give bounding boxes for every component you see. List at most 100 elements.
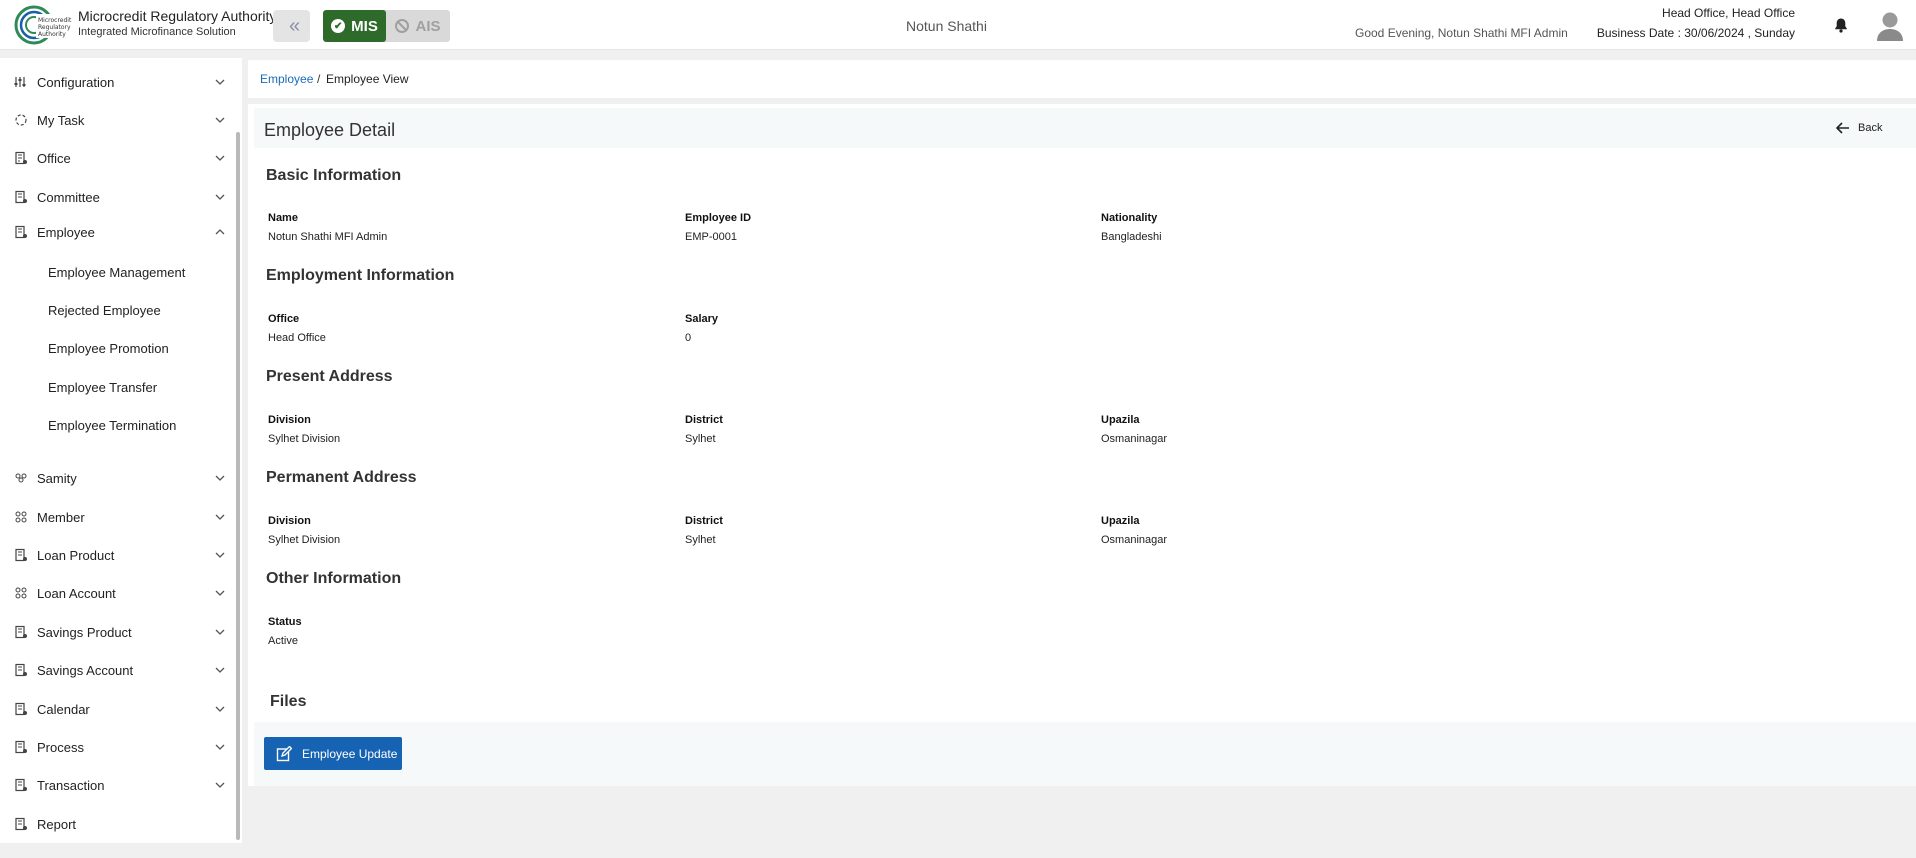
sidebar-item-savings-account[interactable]: Savings Account xyxy=(0,654,236,686)
chevron-down-icon xyxy=(215,667,225,673)
chevron-down-icon xyxy=(215,514,225,520)
chevron-down-icon xyxy=(215,706,225,712)
page-title: Employee Detail xyxy=(264,120,396,140)
sidebar-scrollbar[interactable] xyxy=(236,132,240,840)
arrow-left-icon xyxy=(1836,122,1849,134)
chevron-down-icon xyxy=(215,590,225,596)
sidebar-item-savings-product[interactable]: Savings Product xyxy=(0,616,236,648)
sidebar-item-process[interactable]: Process xyxy=(0,731,236,763)
svg-text:Authority: Authority xyxy=(38,31,66,38)
user-avatar-icon[interactable] xyxy=(1876,10,1904,42)
field-value-district: Sylhet xyxy=(685,433,716,445)
mode-ais-label: AIS xyxy=(415,17,441,35)
svg-text:Regulatory: Regulatory xyxy=(38,24,71,31)
field-label-district: District xyxy=(685,515,723,527)
sidebar-item-report[interactable]: Report xyxy=(0,808,236,840)
mode-mis-button[interactable]: ✔ MIS xyxy=(323,10,386,42)
business-date: Business Date : 30/06/2024 , Sunday xyxy=(1596,26,1795,40)
chevron-down-icon xyxy=(215,782,225,788)
mode-mis-label: MIS xyxy=(351,17,378,35)
files-title: Files xyxy=(270,693,307,710)
sidebar: Configuration My Task Office Committee E… xyxy=(0,58,242,843)
report-icon xyxy=(15,817,27,831)
back-label: Back xyxy=(1858,122,1883,134)
ban-icon xyxy=(395,19,410,33)
sidebar-item-loan-product[interactable]: Loan Product xyxy=(0,539,236,571)
field-label-office: Office xyxy=(268,313,300,325)
sidebar-item-label: Employee xyxy=(37,224,95,240)
sidebar-item-label: Report xyxy=(37,816,77,832)
sliders-icon xyxy=(14,77,26,87)
sidebar-item-label: Member xyxy=(37,509,85,525)
sidebar-item-member[interactable]: Member xyxy=(0,501,236,533)
section-title-present-address: Present Address xyxy=(266,368,393,385)
field-value-district: Sylhet xyxy=(685,534,716,546)
sidebar-item-transaction[interactable]: Transaction xyxy=(0,769,236,801)
check-circle-icon: ✔ xyxy=(331,19,346,33)
brand-title: Microcredit Regulatory Authority xyxy=(78,8,277,24)
field-label-name: Name xyxy=(268,212,298,224)
breadcrumb: Employee / Employee View xyxy=(248,60,1916,98)
mode-switch: ✔ MIS AIS xyxy=(323,10,450,42)
sidebar-item-office[interactable]: Office xyxy=(0,142,236,174)
chevron-down-icon xyxy=(215,629,225,635)
organization-name: Notun Shathi xyxy=(906,18,987,34)
sidebar-subitem-employee-termination[interactable]: Employee Termination xyxy=(48,418,176,433)
chevron-down-icon xyxy=(215,155,225,161)
files-area xyxy=(254,722,1916,786)
bell-icon[interactable] xyxy=(1833,17,1849,33)
field-label-upazila: Upazila xyxy=(1101,515,1140,527)
sidebar-item-employee[interactable]: Employee xyxy=(0,216,236,248)
process-icon xyxy=(15,740,27,754)
mode-ais-button[interactable]: AIS xyxy=(386,10,450,42)
savings-product-icon xyxy=(15,625,27,639)
sidebar-item-label: Committee xyxy=(37,189,100,205)
employee-update-button[interactable]: Employee Update xyxy=(264,737,402,770)
field-label-status: Status xyxy=(268,616,302,628)
employee-detail-panel: Employee Detail Back Basic Information N… xyxy=(248,104,1916,786)
loan-product-icon xyxy=(15,548,27,562)
section-title-employment: Employment Information xyxy=(266,267,455,284)
section-title-permanent-address: Permanent Address xyxy=(266,469,417,486)
breadcrumb-employee-link[interactable]: Employee xyxy=(260,72,313,86)
field-label-division: Division xyxy=(268,414,311,426)
calendar-icon xyxy=(15,702,27,716)
collapse-sidebar-button[interactable]: « xyxy=(273,10,310,42)
panel-header: Employee Detail Back xyxy=(254,108,1916,148)
sidebar-item-label: Calendar xyxy=(37,701,90,717)
sidebar-item-samity[interactable]: Samity xyxy=(0,462,236,494)
logo: Microcredit Regulatory Authority xyxy=(14,5,72,45)
savings-account-icon xyxy=(15,663,27,677)
sidebar-subitem-rejected-employee[interactable]: Rejected Employee xyxy=(48,303,161,318)
sidebar-item-loan-account[interactable]: Loan Account xyxy=(0,577,236,609)
field-value-division: Sylhet Division xyxy=(268,534,341,546)
sidebar-item-calendar[interactable]: Calendar xyxy=(0,693,236,725)
sidebar-subitem-employee-management[interactable]: Employee Management xyxy=(48,265,185,280)
chevron-down-icon xyxy=(215,194,225,200)
employee-update-label: Employee Update xyxy=(302,746,398,761)
field-value-office: Head Office xyxy=(268,332,326,344)
field-value-status: Active xyxy=(268,635,298,647)
sidebar-item-label: Process xyxy=(37,739,84,755)
transaction-icon xyxy=(15,778,27,792)
sidebar-subitem-employee-promotion[interactable]: Employee Promotion xyxy=(48,341,169,356)
sidebar-item-committee[interactable]: Committee xyxy=(0,181,236,213)
sidebar-item-label: My Task xyxy=(37,112,85,128)
sidebar-item-label: Savings Account xyxy=(37,662,134,678)
field-value-name: Notun Shathi MFI Admin xyxy=(268,231,388,243)
edit-icon xyxy=(276,745,292,761)
sidebar-item-label: Configuration xyxy=(37,74,115,90)
field-value-salary: 0 xyxy=(685,332,692,344)
employee-icon xyxy=(15,225,27,239)
task-icon xyxy=(15,114,27,126)
sidebar-subitem-employee-transfer[interactable]: Employee Transfer xyxy=(48,380,157,395)
field-value-division: Sylhet Division xyxy=(268,433,341,445)
building-icon xyxy=(15,151,27,165)
back-button[interactable]: Back xyxy=(1836,122,1882,134)
group-icon xyxy=(15,473,27,483)
sidebar-item-configuration[interactable]: Configuration xyxy=(0,66,236,98)
breadcrumb-separator: / xyxy=(317,72,321,86)
sidebar-item-label: Loan Account xyxy=(37,585,116,601)
sidebar-item-my-task[interactable]: My Task xyxy=(0,104,236,136)
sidebar-item-label: Transaction xyxy=(37,777,105,793)
